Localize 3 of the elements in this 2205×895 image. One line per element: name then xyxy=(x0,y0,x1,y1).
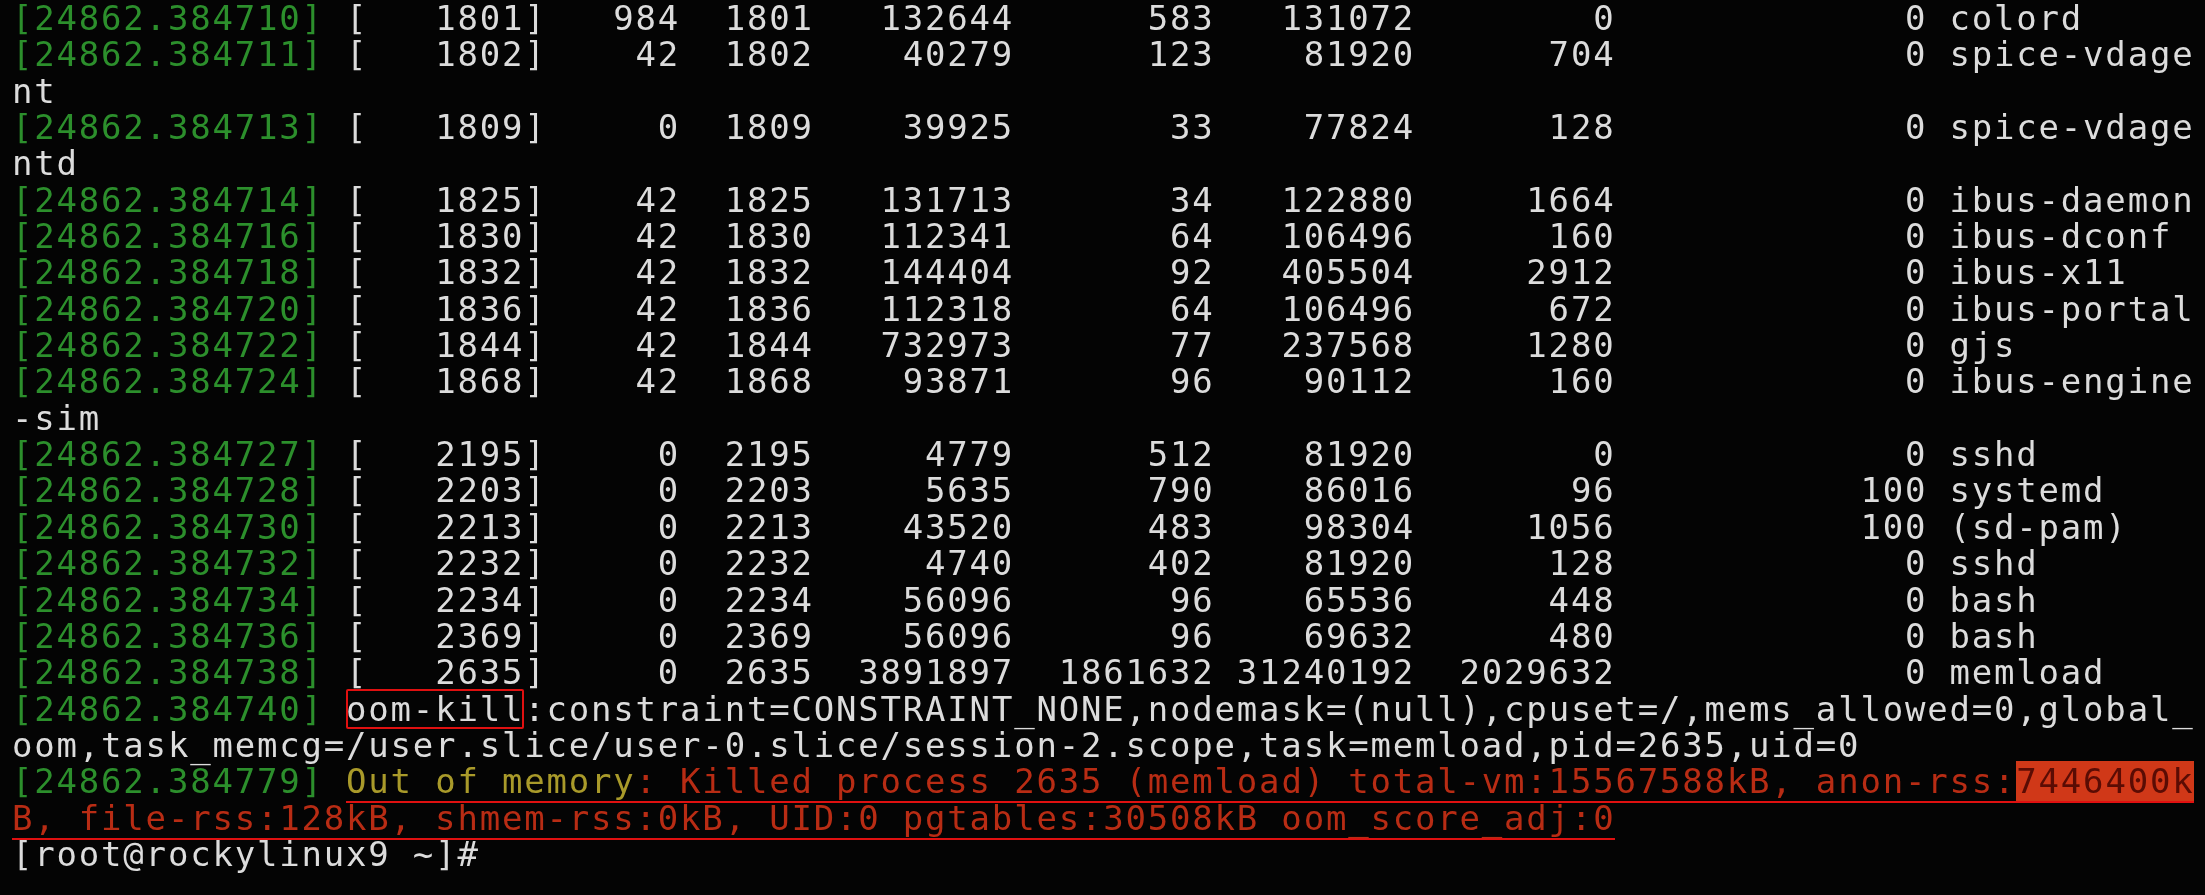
log-text: [ 1809] 0 1809 39925 33 77824 128 0 spice-vdage xyxy=(345,107,2195,148)
error-label: Out of memory xyxy=(346,761,636,804)
highlighted-value: 7446400k xyxy=(2016,761,2195,804)
